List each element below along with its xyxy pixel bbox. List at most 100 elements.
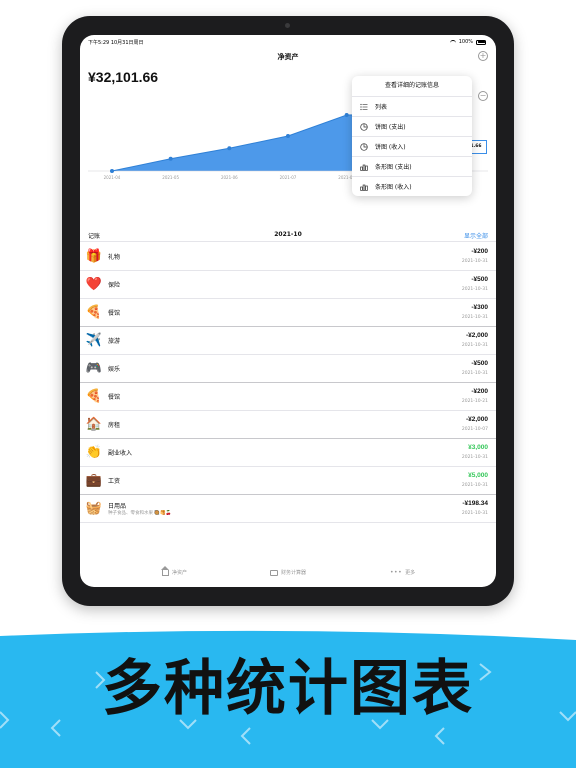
airplane-icon: ✈️ [85, 332, 103, 348]
record-amount: -¥198.34 [462, 500, 488, 507]
record-date: 2021-10-31 [461, 455, 488, 460]
home-icon [161, 565, 170, 576]
pie-chart-icon [360, 142, 368, 151]
record-row-restaurant-2[interactable]: 🍕 餐馆 -¥200 2021-10-21 [80, 383, 496, 411]
tab-bar: 净资产 财务计算器 ••• 更多 [80, 563, 496, 587]
page-title: 净资产 [277, 53, 299, 61]
ipad-device-frame: 下午5:29 10月31日周日 100% 净资产 + − ¥32,101.66 … [62, 16, 514, 606]
heart-icon: ❤️ [85, 276, 103, 292]
record-name: 工资 [108, 478, 121, 485]
chart-point [227, 146, 232, 151]
tab-label: 净资产 [172, 570, 188, 576]
record-date: 2021-10-31 [461, 259, 488, 264]
wifi-icon [449, 40, 456, 44]
record-date: 2021-10-31 [461, 371, 488, 376]
record-note: 种子食品、零食和水果 🥘🥞🍒 [108, 511, 172, 516]
menu-item-label: 条形图 (收入) [375, 184, 412, 191]
status-bar: 下午5:29 10月31日周日 100% [80, 35, 496, 49]
record-date: 2021-10-31 [461, 315, 488, 320]
record-row-rent[interactable]: 🏠 房租 -¥2,000 2021-10-07 [80, 411, 496, 439]
gamepad-icon: 🎮 [85, 360, 103, 376]
record-name: 娱乐 [108, 366, 121, 373]
menu-item-pie-income[interactable]: 饼图 (收入) [352, 136, 472, 156]
briefcase-icon [270, 569, 278, 576]
record-amount: -¥200 [471, 248, 488, 255]
battery-percent: 100% [458, 39, 473, 45]
record-name: 日用品 [108, 503, 127, 510]
record-date: 2021-10-31 [461, 287, 488, 292]
menu-item-pie-expense[interactable]: 饼图 (支出) [352, 116, 472, 136]
record-row-travel[interactable]: ✈️ 旅游 -¥2,000 2021-10-31 [80, 327, 496, 355]
menu-item-label: 饼图 (支出) [375, 124, 406, 131]
app-screen: 下午5:29 10月31日周日 100% 净资产 + − ¥32,101.66 … [80, 35, 496, 587]
house-icon: 🏠 [85, 416, 103, 432]
record-name: 副业收入 [108, 450, 133, 457]
menu-item-label: 列表 [375, 104, 388, 111]
record-row-gift[interactable]: 🎁 礼物 -¥200 2021-10-31 [80, 243, 496, 271]
pizza-icon: 🍕 [85, 304, 103, 320]
record-amount: -¥500 [471, 360, 488, 367]
record-amount: -¥2,000 [465, 332, 488, 339]
pizza-icon: 🍕 [85, 388, 103, 404]
menu-title: 查看详细的记账信息 [384, 82, 439, 89]
x-tick-label: 2021-05 [162, 175, 179, 180]
tab-more[interactable]: ••• 更多 [390, 569, 415, 576]
briefcase-icon: 💼 [85, 472, 103, 488]
bar-chart-icon [360, 183, 368, 191]
tab-label: 财务计算器 [281, 570, 307, 576]
tab-calculator[interactable]: 财务计算器 [270, 569, 306, 576]
record-name: 礼物 [108, 254, 121, 261]
record-date: 2021-10-31 [461, 511, 488, 516]
add-icon[interactable]: + [478, 51, 488, 61]
bar-chart-icon [360, 163, 368, 171]
chart-point [110, 169, 114, 173]
clapping-hands-icon: 👏 [85, 444, 103, 460]
record-row-entertainment[interactable]: 🎮 娱乐 -¥500 2021-10-31 [80, 355, 496, 383]
gift-icon: 🎁 [85, 248, 103, 264]
record-amount: ¥3,000 [468, 444, 488, 451]
chart-point [344, 113, 349, 117]
record-row-insurance[interactable]: ❤️ 保险 -¥500 2021-10-31 [80, 271, 496, 299]
record-row-groceries[interactable]: 🧺 日用品 种子食品、零食和水果 🥘🥞🍒 -¥198.34 2021-10-31 [80, 495, 496, 523]
status-right: 100% [449, 39, 486, 45]
chart-type-menu: 查看详细的记账信息 列表 饼图 (支出) 饼图 (收入) 条形图 (支出) 条形… [352, 76, 472, 196]
chart-point [286, 134, 290, 138]
record-row-side-income[interactable]: 👏 副业收入 ¥3,000 2021-10-31 [80, 439, 496, 467]
record-date: 2021-10-31 [461, 343, 488, 348]
records-list: 🎁 礼物 -¥200 2021-10-31 ❤️ 保险 -¥500 2021-1… [80, 243, 496, 523]
menu-item-label: 条形图 (支出) [375, 164, 412, 171]
x-tick-label: 2021-07 [280, 175, 297, 180]
record-date: 2021-10-07 [461, 427, 488, 432]
record-date: 2021-10-21 [461, 399, 488, 404]
status-time: 下午5:29 10月31日周日 [88, 40, 144, 46]
record-amount: ¥5,000 [468, 472, 488, 479]
record-amount: -¥300 [471, 304, 488, 311]
basket-icon: 🧺 [85, 500, 103, 516]
menu-item-list[interactable]: 列表 [352, 96, 472, 116]
tab-label: 更多 [405, 570, 416, 576]
record-row-salary[interactable]: 💼 工资 ¥5,000 2021-10-31 [80, 467, 496, 495]
section-month: 2021-10 [274, 231, 302, 238]
camera-dot [285, 23, 290, 28]
record-name: 房租 [108, 422, 121, 429]
list-icon [360, 103, 368, 111]
show-all-link[interactable]: 显示全部 [464, 231, 488, 240]
battery-icon [476, 39, 486, 45]
tab-net-assets[interactable]: 净资产 [161, 565, 188, 576]
chart-point [168, 156, 173, 161]
record-amount: -¥500 [471, 276, 488, 283]
record-name: 保险 [108, 282, 121, 289]
menu-item-label: 饼图 (收入) [375, 144, 406, 151]
record-amount: -¥2,000 [465, 416, 488, 423]
record-amount: -¥200 [471, 388, 488, 395]
x-tick-label: 2021-04 [104, 175, 121, 180]
record-name: 餐馆 [108, 310, 121, 317]
record-date: 2021-10-31 [461, 483, 488, 488]
x-tick-label: 2021-06 [221, 175, 238, 180]
menu-item-bar-income[interactable]: 条形图 (收入) [352, 176, 472, 196]
promo-slogan: 多种统计图表 [102, 654, 474, 724]
record-name: 旅游 [108, 338, 121, 345]
menu-item-bar-expense[interactable]: 条形图 (支出) [352, 156, 472, 176]
records-section-header: 记账 2021-10 显示全部 [80, 227, 496, 242]
record-row-restaurant[interactable]: 🍕 餐馆 -¥300 2021-10-31 [80, 299, 496, 327]
